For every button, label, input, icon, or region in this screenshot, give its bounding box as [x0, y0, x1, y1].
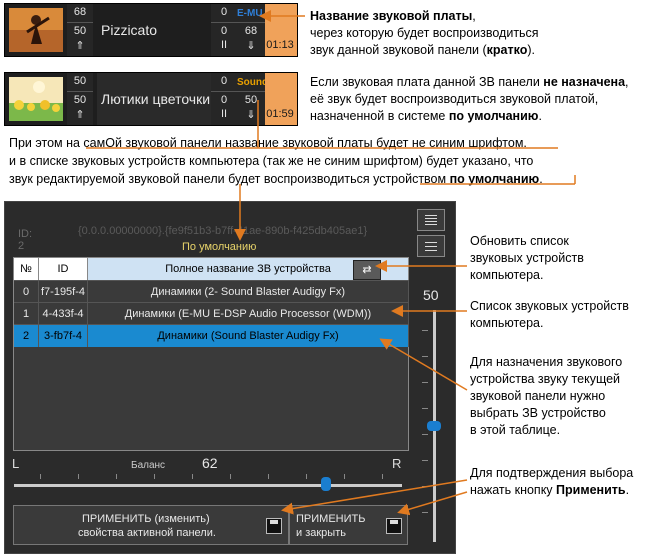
save-disk-icon [266, 518, 282, 534]
panel-2-volume: 50 [73, 75, 87, 87]
note-2-line-1: Если звуковая плата данной ЗВ панели не … [310, 75, 629, 89]
note-2-line-3: назначенной в системе по умолчанию. [310, 109, 542, 123]
note-device-list: Список звуковых устройств компьютера. [470, 299, 629, 330]
default-device-label: По умолчанию [182, 241, 257, 253]
apply-active-panel-button[interactable]: ПРИМЕНИТЬ (изменить) свойства активной п… [13, 505, 289, 545]
note-3-line-3: звук редактируемой звуковой панели будет… [9, 172, 543, 186]
panel-1-volume: 68 [73, 6, 87, 18]
up-arrow-icon[interactable]: ⇑ [67, 108, 93, 121]
save-disk-icon [386, 518, 402, 534]
panel-2-right-column: 0 0 II [211, 73, 237, 125]
header-id: ID [39, 258, 88, 280]
table-header: № ID Полное название ЗВ устройства ⇄ [14, 258, 409, 280]
note-apply: Для подтверждения выбора нажать кнопку П… [470, 466, 634, 497]
note-3-line-1: При этом на самОй звуковой панели назван… [9, 136, 527, 150]
panel-1-volume-sub: 50 [73, 25, 87, 37]
balance-slider-track[interactable] [14, 484, 402, 487]
panel-1-device-label: E-MU [237, 8, 263, 19]
list-view-button-2[interactable] [417, 235, 445, 257]
apply-and-close-button[interactable]: ПРИМЕНИТЬ и закрыть [289, 505, 408, 545]
panel-1-time: 01:13 [266, 39, 294, 51]
panel-2-thumbnail [9, 77, 63, 121]
note-3-line-2: и в списке звуковых устройств компьютера… [9, 154, 534, 168]
panel-1-thumbnail [9, 8, 63, 52]
table-row[interactable]: 1 4-433f-4 Динамики (E-MU E-DSP Audio Pr… [14, 302, 409, 325]
panel-2-volume-column: 50 50 ⇑ [67, 73, 93, 125]
pause-icon[interactable]: II [211, 39, 237, 51]
volume-slider-knob[interactable] [427, 421, 441, 431]
panel-1-name: Pizzicato [97, 4, 211, 56]
pause-icon[interactable]: II [211, 108, 237, 120]
balance-slider-knob[interactable] [321, 477, 331, 491]
note-2-line-2: её звук будет воспроизводиться звуковой … [310, 92, 599, 106]
volume-value: 50 [423, 287, 439, 303]
panel-2-name: Лютики цветочки [97, 73, 211, 125]
table-row[interactable]: 0 f7-195f-4 Динамики (2- Sound Blaster A… [14, 280, 409, 303]
panel-1-volume-column: 68 50 ⇑ [67, 4, 93, 56]
down-arrow-icon[interactable]: ⇓ [237, 39, 265, 52]
sound-panel-2[interactable]: 50 50 ⇑ Лютики цветочки 0 0 II 50 ⇓ Soun… [4, 72, 298, 126]
panel-2-time: 01:59 [266, 108, 294, 120]
panel-2-volume-sub: 50 [73, 94, 87, 106]
sound-panel-1[interactable]: 68 50 ⇑ Pizzicato 0 0 II 68 ⇓ E-MU 01:13 [4, 3, 298, 57]
up-arrow-icon[interactable]: ⇑ [67, 39, 93, 52]
balance-value: 62 [202, 455, 218, 471]
balance-right-label: R [392, 456, 402, 471]
note-1-line-2: через которую будет воспроизводиться [310, 26, 539, 40]
note-1-line-3: звук данной звуковой панели (кратко). [310, 43, 535, 57]
note-assign-device: Для назначения звукового устройства звуку… [470, 355, 623, 437]
note-refresh: Обновить список звуковых устройств компьют… [470, 234, 584, 282]
list-view-button-1[interactable] [417, 209, 445, 231]
panel-1-right-column: 0 0 II [211, 4, 237, 56]
down-arrow-icon[interactable]: ⇓ [237, 108, 265, 121]
device-guid: {0.0.0.00000000}.{fe9f51b3-b7ff-41ae-890… [78, 225, 368, 237]
note-1-line-1: Название звуковой платы, [310, 9, 476, 23]
device-table: № ID Полное название ЗВ устройства ⇄ 0 f… [13, 257, 409, 451]
balance-left-label: L [12, 456, 20, 471]
id-label: ID: 2 [18, 228, 33, 252]
table-row-selected[interactable]: 2 3-fb7f-4 Динамики (Sound Blaster Audig… [14, 324, 409, 347]
panel-2-device-label: Sound [237, 77, 269, 88]
refresh-icon[interactable]: ⇄ [353, 260, 381, 280]
balance-label: Баланс [131, 460, 166, 471]
header-num: № [14, 258, 39, 280]
